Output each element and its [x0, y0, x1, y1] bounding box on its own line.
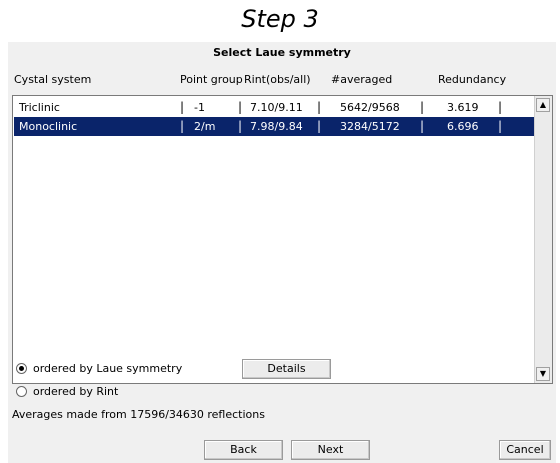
details-button[interactable]: Details [242, 359, 331, 379]
list-item-triclinic[interactable]: Triclinic | -1 | 7.10/9.11 | 5642/9568 |… [14, 98, 535, 117]
cell-system: Triclinic [19, 101, 60, 114]
column-separator: | [317, 119, 322, 133]
cell-averaged: 5642/9568 [340, 101, 400, 114]
column-separator: | [420, 100, 425, 114]
column-header-redundancy: Redundancy [438, 73, 507, 86]
column-separator: | [238, 100, 243, 114]
cell-system: Monoclinic [19, 120, 78, 133]
cell-point-group: 2/m [194, 120, 216, 133]
column-header-crystal-system: Cystal system [14, 73, 92, 86]
radio-selected-icon[interactable] [16, 363, 27, 374]
column-separator: | [498, 100, 503, 114]
scroll-up-icon[interactable]: ▲ [536, 98, 550, 112]
cell-rint: 7.98/9.84 [250, 120, 303, 133]
dialog-title: Select Laue symmetry [213, 46, 351, 59]
laue-symmetry-list[interactable]: Triclinic | -1 | 7.10/9.11 | 5642/9568 |… [12, 95, 553, 384]
column-header-point-group: Point group [180, 73, 243, 86]
column-separator: | [180, 100, 185, 114]
column-separator: | [180, 119, 185, 133]
cell-redundancy: 6.696 [447, 120, 479, 133]
order-by-rint-radio[interactable]: ordered by Rint [16, 385, 118, 398]
radio-unselected-icon[interactable] [16, 386, 27, 397]
laue-symmetry-dialog: Select Laue symmetry Cystal system Point… [8, 42, 556, 463]
column-separator: | [317, 100, 322, 114]
cell-point-group: -1 [194, 101, 205, 114]
cell-rint: 7.10/9.11 [250, 101, 303, 114]
cancel-button[interactable]: Cancel [499, 440, 551, 460]
vertical-scrollbar[interactable]: ▲ ▼ [534, 96, 552, 383]
status-text: Averages made from 17596/34630 reflectio… [12, 408, 265, 421]
step-title: Step 3 [241, 5, 319, 33]
list-item-monoclinic[interactable]: Monoclinic | 2/m | 7.98/9.84 | 3284/5172… [14, 117, 535, 136]
column-separator: | [420, 119, 425, 133]
scroll-down-icon[interactable]: ▼ [536, 367, 550, 381]
order-by-rint-label: ordered by Rint [33, 385, 119, 398]
column-separator: | [498, 119, 503, 133]
cell-averaged: 3284/5172 [340, 120, 400, 133]
back-button[interactable]: Back [204, 440, 283, 460]
column-separator: | [238, 119, 243, 133]
cell-redundancy: 3.619 [447, 101, 479, 114]
order-by-laue-radio[interactable]: ordered by Laue symmetry [16, 362, 182, 375]
column-header-averaged: #averaged [331, 73, 393, 86]
column-header-rint: Rint(obs/all) [244, 73, 311, 86]
next-button[interactable]: Next [291, 440, 370, 460]
order-by-laue-label: ordered by Laue symmetry [33, 362, 183, 375]
